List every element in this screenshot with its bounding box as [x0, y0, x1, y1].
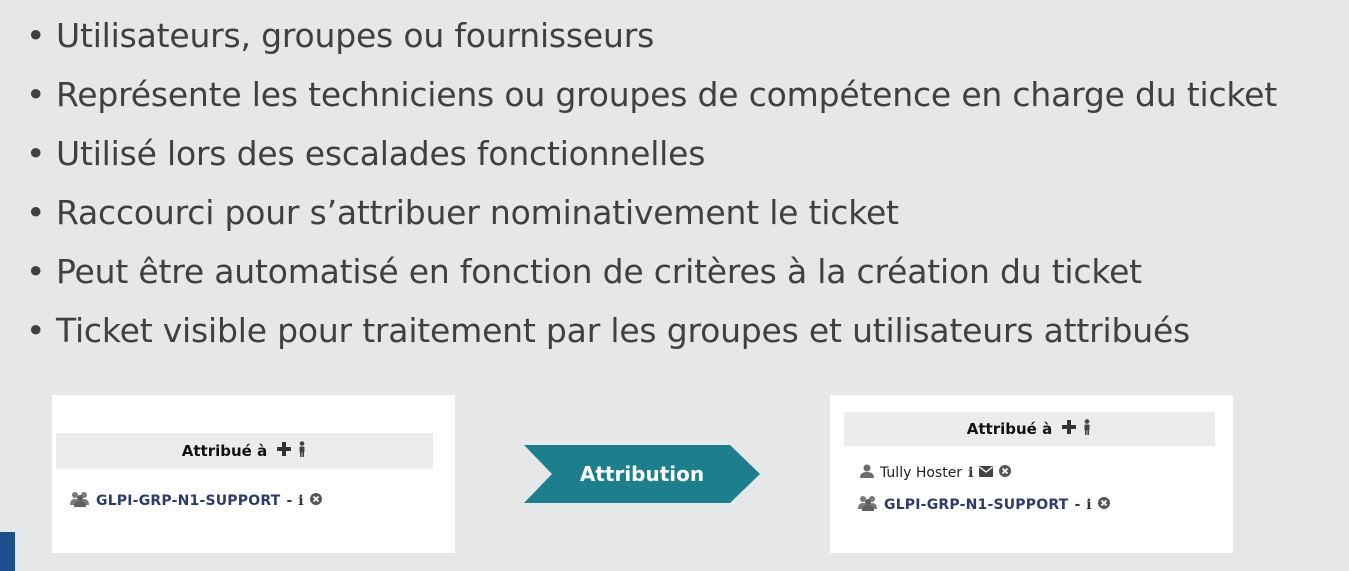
bullet-item: • Raccourci pour s’attribuer nominativeme… [26, 183, 1277, 242]
bullet-dot: • [26, 252, 46, 291]
bullet-list: • Utilisateurs, groupes ou fournisseurs •… [26, 6, 1277, 360]
person-icon[interactable] [297, 441, 307, 461]
bullet-text: Utilisateurs, groupes ou fournisseurs [56, 16, 655, 55]
user-link[interactable]: Tully Hoster [880, 465, 962, 481]
info-icon[interactable]: i [298, 493, 303, 509]
assigned-panel-after: Attribué à Tully Hoster i GLPI-GRP-N1-SU… [830, 395, 1233, 553]
bullet-item: • Peut être automatisé en fonction de cri… [26, 242, 1277, 301]
assigned-group-row: GLPI-GRP-N1-SUPPORT - i [70, 491, 322, 511]
assigned-group-row: GLPI-GRP-N1-SUPPORT - i [858, 495, 1110, 515]
bullet-text: Représente les techniciens ou groupes de… [56, 75, 1278, 114]
remove-icon[interactable] [309, 493, 322, 509]
bullet-item: • Ticket visible pour traitement par les … [26, 301, 1277, 360]
bullet-dot: • [26, 16, 46, 55]
slide-corner-bar [0, 532, 15, 571]
bullet-text: Ticket visible pour traitement par les g… [56, 311, 1191, 350]
bullet-text: Peut être automatisé en fonction de crit… [56, 252, 1142, 291]
assigned-user-row: Tully Hoster i [860, 464, 1012, 482]
separator-dash: - [1074, 497, 1081, 513]
assigned-header: Attribué à [56, 433, 433, 469]
assigned-header-label: Attribué à [966, 420, 1053, 438]
bullet-item: • Utilisé lors des escalades fonctionnell… [26, 124, 1277, 183]
separator-dash: - [286, 493, 293, 509]
assigned-panel-before: Attribué à GLPI-GRP-N1-SUPPORT - i [52, 395, 455, 553]
bullet-text: Utilisé lors des escalades fonctionnelle… [56, 134, 706, 173]
remove-icon[interactable] [1097, 497, 1110, 513]
info-icon[interactable]: i [1086, 497, 1091, 513]
person-icon[interactable] [1082, 419, 1092, 439]
remove-icon[interactable] [999, 465, 1012, 481]
bullet-item: • Utilisateurs, groupes ou fournisseurs [26, 6, 1277, 65]
bullet-item: • Représente les techniciens ou groupes d… [26, 65, 1277, 124]
attribution-label: Attribution [579, 462, 705, 486]
mail-icon[interactable] [979, 465, 994, 481]
bullet-text: Raccourci pour s’attribuer nominativemen… [56, 193, 899, 232]
plus-icon[interactable] [277, 442, 292, 460]
bullet-dot: • [26, 193, 46, 232]
assigned-header: Attribué à [844, 412, 1215, 446]
bullet-dot: • [26, 134, 46, 173]
bullet-dot: • [26, 75, 46, 114]
assigned-header-label: Attribué à [181, 442, 268, 460]
group-link[interactable]: GLPI-GRP-N1-SUPPORT [96, 493, 280, 509]
info-icon[interactable]: i [968, 465, 973, 481]
bullet-dot: • [26, 311, 46, 350]
plus-icon[interactable] [1062, 420, 1077, 438]
group-icon [70, 491, 90, 511]
user-icon [860, 464, 874, 482]
group-link[interactable]: GLPI-GRP-N1-SUPPORT [884, 497, 1068, 513]
group-icon [858, 495, 878, 515]
